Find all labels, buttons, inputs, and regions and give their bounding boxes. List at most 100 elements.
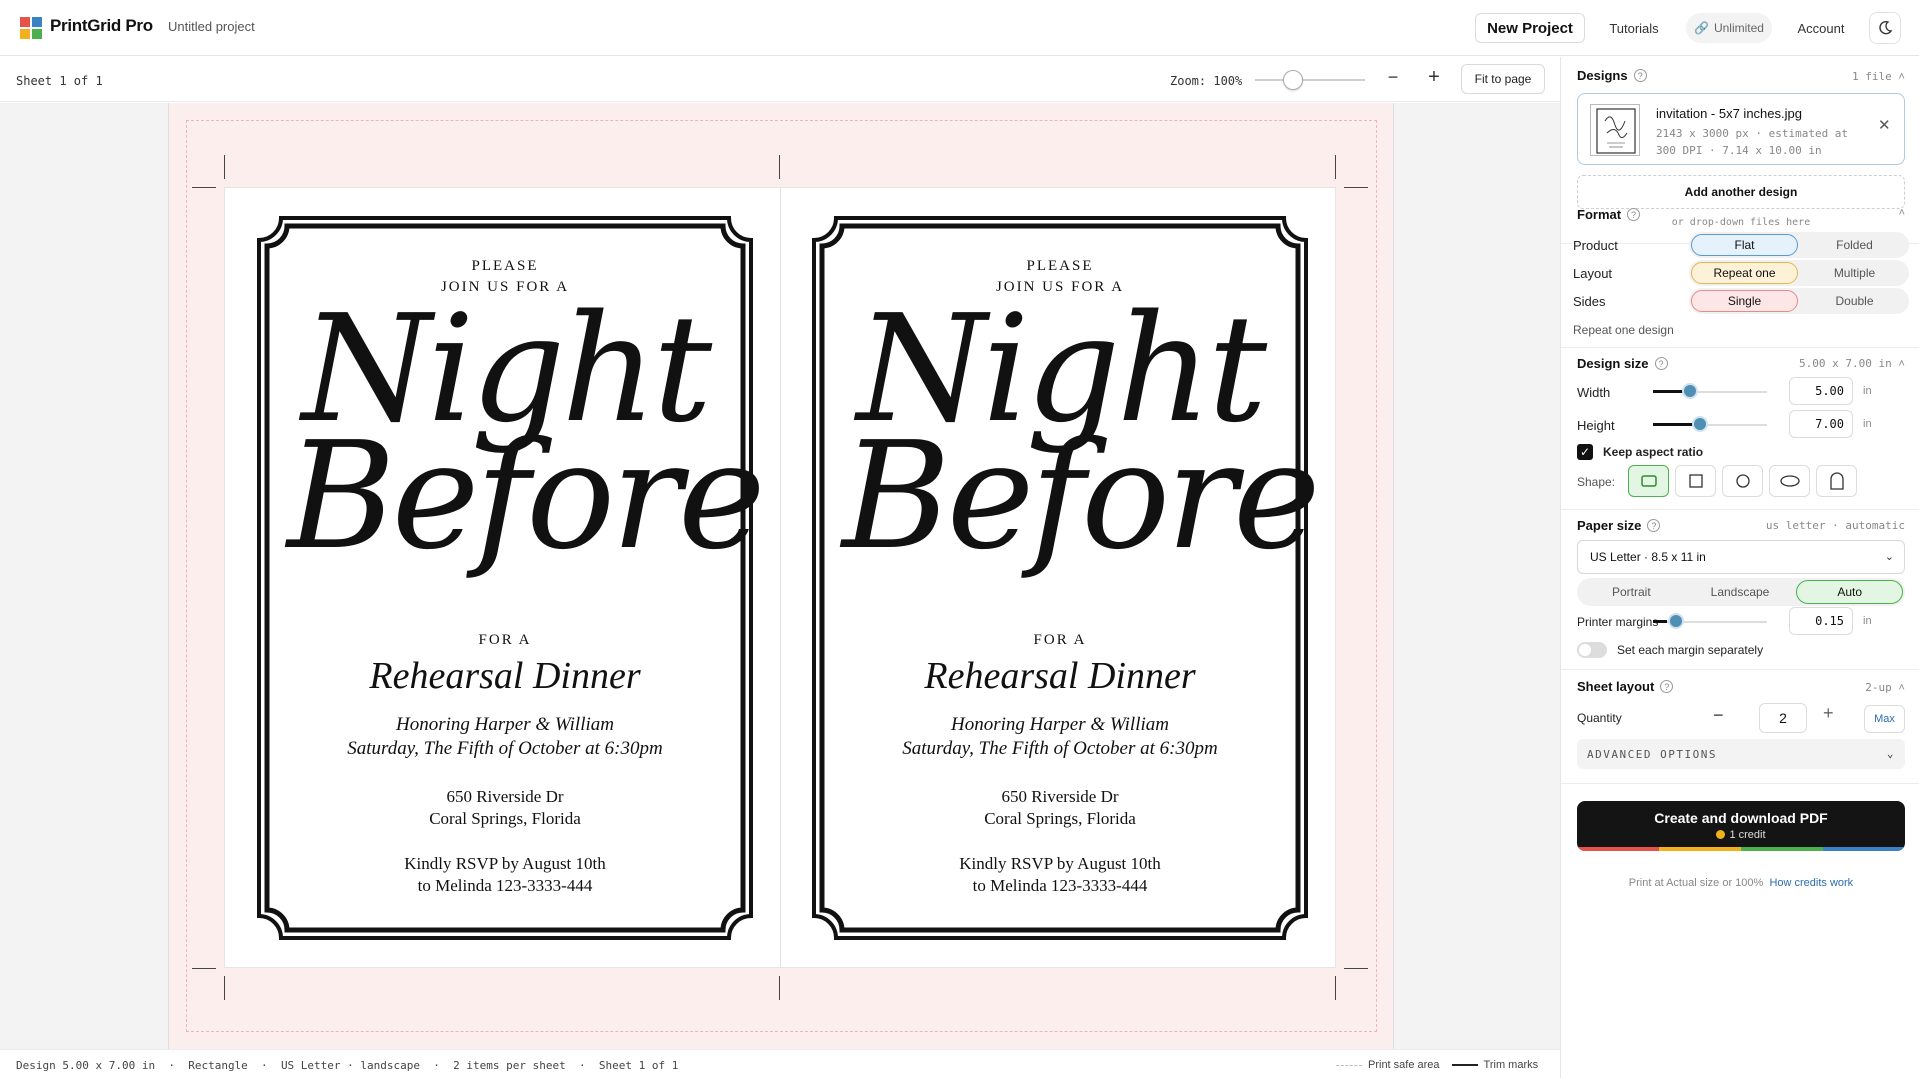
width-unit: in (1863, 385, 1872, 397)
margins-slider-fill (1653, 620, 1667, 623)
square-icon (1688, 474, 1703, 488)
layout-label: Layout (1573, 266, 1613, 281)
invite-address-2: Coral Springs, Florida (984, 809, 1136, 828)
status-design: Design 5.00 x 7.00 in (16, 1059, 156, 1072)
brand-name: PrintGrid Pro (50, 16, 153, 35)
width-input[interactable]: 5.00 (1789, 377, 1853, 405)
product-folded-option[interactable]: Folded (1802, 234, 1907, 256)
app-logo-icon (20, 17, 42, 39)
margins-slider-handle[interactable] (1668, 613, 1684, 629)
shape-oval-button[interactable] (1769, 465, 1810, 497)
margins-label: Printer margins (1577, 615, 1659, 629)
invite-please: PLEASE (1026, 258, 1094, 274)
new-project-button[interactable]: New Project (1475, 13, 1585, 43)
height-slider-handle[interactable] (1692, 416, 1708, 432)
width-slider-handle[interactable] (1682, 383, 1698, 399)
zoom-slider-handle[interactable] (1283, 70, 1303, 90)
link-icon: 🔗 (1694, 21, 1709, 35)
dark-mode-toggle[interactable] (1869, 12, 1901, 44)
account-link[interactable]: Account (1788, 13, 1854, 43)
invite-event: Rehearsal Dinner (924, 655, 1196, 697)
tutorials-link[interactable]: Tutorials (1598, 13, 1670, 43)
margins-input[interactable]: 0.15 (1789, 607, 1853, 635)
credits-help-link[interactable]: How credits work (1769, 877, 1853, 889)
design-thumbnail (1590, 104, 1640, 156)
unlimited-badge[interactable]: 🔗 Unlimited (1686, 13, 1772, 43)
layout-repeat-one-option[interactable]: Repeat one (1691, 262, 1798, 284)
trim-mark (224, 976, 225, 1000)
fit-to-page-button[interactable]: Fit to page (1461, 64, 1545, 94)
status-items: 2 items per sheet (453, 1059, 566, 1072)
layout-multiple-option[interactable]: Multiple (1802, 262, 1907, 284)
invite-event: Rehearsal Dinner (369, 655, 641, 697)
zoom-in-button[interactable]: + (1422, 66, 1446, 90)
shape-square-button[interactable] (1675, 465, 1716, 497)
orientation-toggle: Portrait Landscape Auto (1577, 578, 1905, 606)
create-pdf-button[interactable]: Create and download PDF 1 credit (1577, 801, 1905, 851)
help-icon[interactable]: ? (1627, 208, 1641, 221)
trim-area: PLEASE JOIN US FOR A Night Before FOR A R… (224, 187, 1336, 968)
paper-size-select[interactable]: US Letter · 8.5 x 11 in ⌄ (1577, 540, 1905, 574)
quantity-decrease-button[interactable]: − (1713, 705, 1724, 726)
quantity-input[interactable]: 2 (1759, 703, 1807, 733)
design-file-card[interactable]: invitation - 5x7 inches.jpg 2143 x 3000 … (1577, 93, 1905, 165)
help-icon[interactable]: ? (1654, 357, 1668, 370)
invite-date: Saturday, The Fifth of October at 6:30pm (902, 738, 1218, 759)
separate-margins-toggle[interactable] (1577, 642, 1607, 658)
invite-honoring: Honoring Harper & William (396, 714, 614, 735)
design-file-info-2: 300 DPI · 7.14 x 10.00 in (1656, 144, 1822, 157)
invitation-card-2[interactable]: PLEASE JOIN US FOR A Night Before FOR A R… (812, 216, 1321, 940)
keep-aspect-checkbox[interactable]: ✓ (1577, 444, 1593, 460)
remove-design-close-icon[interactable]: ✕ (1878, 116, 1891, 134)
sides-label: Sides (1573, 294, 1606, 309)
height-input[interactable]: 7.00 (1789, 410, 1853, 438)
help-icon[interactable]: ? (1647, 519, 1661, 532)
orientation-portrait-option[interactable]: Portrait (1579, 580, 1684, 604)
trim-mark (192, 968, 216, 969)
advanced-options-toggle[interactable]: ADVANCED OPTIONS ⌄ (1577, 739, 1905, 769)
section-divider (1561, 783, 1919, 784)
format-hint: Repeat one design (1573, 323, 1674, 337)
sides-single-option[interactable]: Single (1691, 290, 1798, 312)
orientation-auto-option[interactable]: Auto (1796, 580, 1904, 604)
chevron-up-icon: ˄ (1898, 357, 1905, 370)
oval-icon (1779, 475, 1800, 487)
invite-rsvp-2: to Melinda 123-3333-444 (972, 876, 1148, 895)
trim-mark (224, 155, 225, 179)
invitation-card-1[interactable]: PLEASE JOIN US FOR A Night Before FOR A R… (257, 216, 766, 940)
shape-arch-button[interactable] (1816, 465, 1857, 497)
chevron-down-icon: ⌄ (1884, 551, 1894, 563)
invite-address-1: 650 Riverside Dr (446, 787, 564, 806)
help-icon[interactable]: ? (1660, 680, 1674, 693)
keep-aspect-label: Keep aspect ratio (1603, 445, 1704, 459)
section-divider (1561, 509, 1919, 510)
sheet-indicator: Sheet 1 of 1 (16, 74, 103, 88)
help-icon[interactable]: ? (1633, 69, 1647, 82)
shape-rectangle-button[interactable] (1628, 465, 1669, 497)
sheet-layout-meta: 2-up (1865, 681, 1892, 694)
orientation-landscape-option[interactable]: Landscape (1688, 580, 1793, 604)
shape-circle-button[interactable] (1722, 465, 1763, 497)
sides-double-option[interactable]: Double (1802, 290, 1907, 312)
format-collapse-chevron-up-icon[interactable]: ˄ (1899, 207, 1905, 219)
quantity-increase-button[interactable]: + (1823, 703, 1834, 724)
arch-icon (1829, 472, 1844, 490)
invite-date: Saturday, The Fifth of October at 6:30pm (347, 738, 663, 759)
product-flat-option[interactable]: Flat (1691, 234, 1798, 256)
invite-before: Before (287, 410, 766, 582)
design-file-info-1: 2143 x 3000 px · estimated at (1656, 127, 1849, 140)
add-design-button[interactable]: Add another design (1577, 175, 1905, 209)
trim-mark (192, 187, 216, 188)
chevron-up-icon: ˄ (1898, 681, 1905, 694)
section-divider (1561, 347, 1919, 348)
design-file-name: invitation - 5x7 inches.jpg (1656, 106, 1802, 121)
legend-safe-area: Print safe area (1368, 1059, 1440, 1071)
shape-label: Shape: (1577, 475, 1616, 489)
trim-mark (1335, 155, 1336, 179)
designs-count: 1 file (1852, 70, 1892, 83)
project-name[interactable]: Untitled project (168, 19, 255, 34)
invite-rsvp-2: to Melinda 123-3333-444 (417, 876, 593, 895)
zoom-slider-track[interactable] (1255, 79, 1365, 81)
zoom-out-button[interactable]: − (1382, 67, 1404, 91)
quantity-max-button[interactable]: Max (1864, 705, 1905, 733)
